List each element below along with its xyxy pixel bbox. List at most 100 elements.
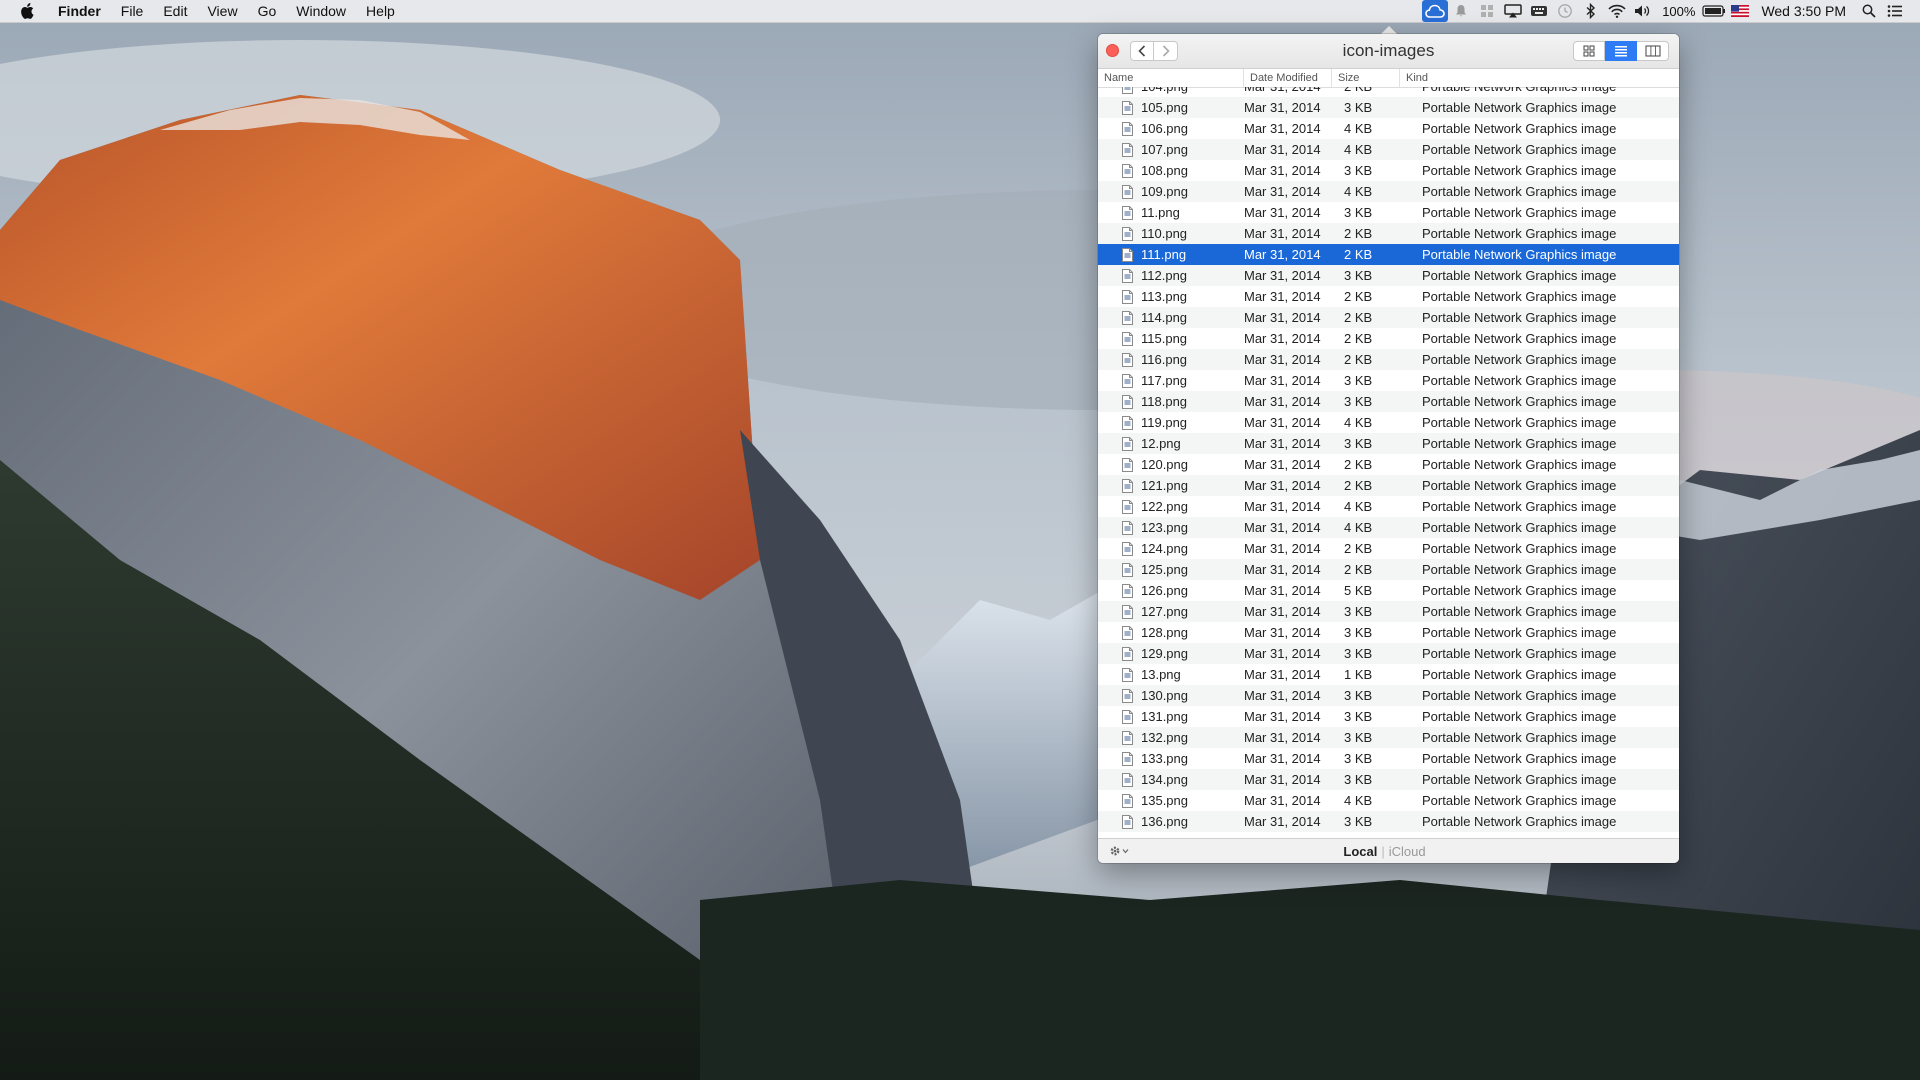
file-row[interactable]: 117.png Mar 31, 2014 3 KB Portable Network …	[1098, 370, 1679, 391]
file-size: 3 KB	[1344, 730, 1373, 745]
file-date: Mar 31, 2014	[1244, 625, 1321, 640]
file-row[interactable]: 112.png Mar 31, 2014 3 KB Portable Network …	[1098, 265, 1679, 286]
us-flag-icon[interactable]	[1727, 0, 1753, 22]
file-kind: Portable Network Graphics image	[1422, 814, 1617, 829]
file-row[interactable]: 111.png Mar 31, 2014 2 KB Portable Network …	[1098, 244, 1679, 265]
column-view-button[interactable]	[1637, 41, 1669, 61]
battery-icon[interactable]	[1701, 0, 1727, 22]
file-size: 3 KB	[1344, 268, 1373, 283]
file-row[interactable]: 128.png Mar 31, 2014 3 KB Portable Network …	[1098, 622, 1679, 643]
file-row[interactable]: 121.png Mar 31, 2014 2 KB Portable Network …	[1098, 475, 1679, 496]
file-row[interactable]: 120.png Mar 31, 2014 2 KB Portable Network …	[1098, 454, 1679, 475]
png-file-icon	[1122, 331, 1133, 346]
file-row[interactable]: 131.png Mar 31, 2014 3 KB Portable Network …	[1098, 706, 1679, 727]
time-machine-icon[interactable]	[1552, 0, 1578, 22]
file-row[interactable]: 118.png Mar 31, 2014 3 KB Portable Network …	[1098, 391, 1679, 412]
keyboard-icon[interactable]	[1526, 0, 1552, 22]
menu-clock[interactable]: Wed 3:50 PM	[1753, 3, 1856, 19]
file-row[interactable]: 133.png Mar 31, 2014 3 KB Portable Network …	[1098, 748, 1679, 769]
png-file-icon	[1122, 772, 1133, 787]
file-name-cell: 126.png	[1098, 583, 1244, 598]
volume-icon[interactable]	[1630, 0, 1656, 22]
forward-button[interactable]	[1154, 41, 1178, 61]
location-local[interactable]: Local	[1343, 844, 1377, 859]
png-file-icon	[1122, 583, 1133, 598]
file-date: Mar 31, 2014	[1244, 87, 1344, 94]
file-row[interactable]: 13.png Mar 31, 2014 1 KB Portable Network G…	[1098, 664, 1679, 685]
file-name-cell: 11.png	[1098, 205, 1244, 220]
file-size: 2 KB	[1344, 226, 1373, 241]
file-row[interactable]: 113.png Mar 31, 2014 2 KB Portable Network …	[1098, 286, 1679, 307]
file-row[interactable]: 108.png Mar 31, 2014 3 KB Portable Network …	[1098, 160, 1679, 181]
action-menu-button[interactable]	[1108, 844, 1130, 858]
menu-edit[interactable]: Edit	[153, 0, 197, 22]
airplay-icon[interactable]	[1500, 0, 1526, 22]
spotlight-search-icon[interactable]	[1856, 0, 1882, 22]
column-date-modified[interactable]: Date Modified	[1244, 69, 1332, 87]
file-row[interactable]: 107.png Mar 31, 2014 4 KB Portable Network …	[1098, 139, 1679, 160]
menu-file[interactable]: File	[111, 0, 154, 22]
file-row[interactable]: 106.png Mar 31, 2014 4 KB Portable Network …	[1098, 118, 1679, 139]
file-row[interactable]: 132.png Mar 31, 2014 3 KB Portable Network …	[1098, 727, 1679, 748]
cloud-icon[interactable]	[1422, 0, 1449, 22]
file-row[interactable]: 109.png Mar 31, 2014 4 KB Portable Network …	[1098, 181, 1679, 202]
file-kind: Portable Network Graphics image	[1422, 310, 1617, 325]
menu-help[interactable]: Help	[356, 0, 405, 22]
file-row[interactable]: 122.png Mar 31, 2014 4 KB Portable Network …	[1098, 496, 1679, 517]
menu-app-finder[interactable]: Finder	[52, 0, 111, 22]
back-button[interactable]	[1130, 41, 1154, 61]
file-row[interactable]: 119.png Mar 31, 2014 4 KB Portable Network …	[1098, 412, 1679, 433]
file-name: 119.png	[1141, 415, 1188, 430]
file-kind: Portable Network Graphics image	[1422, 730, 1617, 745]
png-file-icon	[1122, 667, 1133, 682]
file-row[interactable]: 12.png Mar 31, 2014 3 KB Portable Network G…	[1098, 433, 1679, 454]
file-row[interactable]: 116.png Mar 31, 2014 2 KB Portable Network …	[1098, 349, 1679, 370]
list-view-button[interactable]	[1605, 41, 1637, 61]
file-row[interactable]: 134.png Mar 31, 2014 3 KB Portable Network …	[1098, 769, 1679, 790]
menu-view[interactable]: View	[197, 0, 247, 22]
bluetooth-icon[interactable]	[1578, 0, 1604, 22]
file-kind: Portable Network Graphics image	[1422, 583, 1617, 598]
grid-apps-icon[interactable]	[1474, 0, 1500, 22]
file-row[interactable]: 125.png Mar 31, 2014 2 KB Portable Network …	[1098, 559, 1679, 580]
icon-view-button[interactable]	[1573, 41, 1605, 61]
column-size[interactable]: Size	[1332, 69, 1400, 87]
file-row[interactable]: 130.png Mar 31, 2014 3 KB Portable Network …	[1098, 685, 1679, 706]
file-row[interactable]: 136.png Mar 31, 2014 3 KB Portable Network …	[1098, 811, 1679, 832]
file-kind: Portable Network Graphics image	[1422, 289, 1617, 304]
menu-window[interactable]: Window	[286, 0, 356, 22]
notification-center-icon[interactable]	[1882, 0, 1908, 22]
location-icloud[interactable]: iCloud	[1389, 844, 1426, 859]
bell-icon[interactable]	[1448, 0, 1474, 22]
png-file-icon	[1122, 730, 1133, 745]
file-row[interactable]: 115.png Mar 31, 2014 2 KB Portable Network …	[1098, 328, 1679, 349]
file-name: 126.png	[1141, 583, 1188, 598]
column-name[interactable]: Name	[1098, 69, 1244, 87]
png-file-icon	[1122, 541, 1133, 556]
file-row[interactable]: 114.png Mar 31, 2014 2 KB Portable Network …	[1098, 307, 1679, 328]
file-row[interactable]: 123.png Mar 31, 2014 4 KB Portable Network …	[1098, 517, 1679, 538]
file-name-cell: 121.png	[1098, 478, 1244, 493]
close-button[interactable]	[1106, 44, 1119, 57]
file-row[interactable]: 124.png Mar 31, 2014 2 KB Portable Network …	[1098, 538, 1679, 559]
file-row[interactable]: 105.png Mar 31, 2014 3 KB Portable Network …	[1098, 97, 1679, 118]
file-date: Mar 31, 2014	[1244, 436, 1321, 451]
file-list[interactable]: 104.pngMar 31, 20142 KBPortable Network …	[1098, 87, 1679, 839]
file-row[interactable]: 135.png Mar 31, 2014 4 KB Portable Network …	[1098, 790, 1679, 811]
menu-bar: Finder File Edit View Go Window Help 100…	[0, 0, 1920, 23]
apple-icon[interactable]	[16, 3, 38, 19]
file-size: 4 KB	[1344, 184, 1373, 199]
column-kind[interactable]: Kind	[1400, 69, 1679, 87]
file-row[interactable]: 104.png Mar 31, 20142 KBPortable Network …	[1098, 87, 1679, 97]
file-row[interactable]: 110.png Mar 31, 2014 2 KB Portable Network …	[1098, 223, 1679, 244]
menu-go[interactable]: Go	[248, 0, 287, 22]
file-size: 3 KB	[1344, 688, 1373, 703]
file-row[interactable]: 11.png Mar 31, 2014 3 KB Portable Network G…	[1098, 202, 1679, 223]
file-name: 117.png	[1141, 373, 1188, 388]
file-row[interactable]: 126.png Mar 31, 2014 5 KB Portable Network …	[1098, 580, 1679, 601]
file-name: 124.png	[1141, 541, 1188, 556]
file-date: Mar 31, 2014	[1244, 457, 1321, 472]
wifi-icon[interactable]	[1604, 0, 1630, 22]
file-row[interactable]: 129.png Mar 31, 2014 3 KB Portable Network …	[1098, 643, 1679, 664]
file-row[interactable]: 127.png Mar 31, 2014 3 KB Portable Network …	[1098, 601, 1679, 622]
